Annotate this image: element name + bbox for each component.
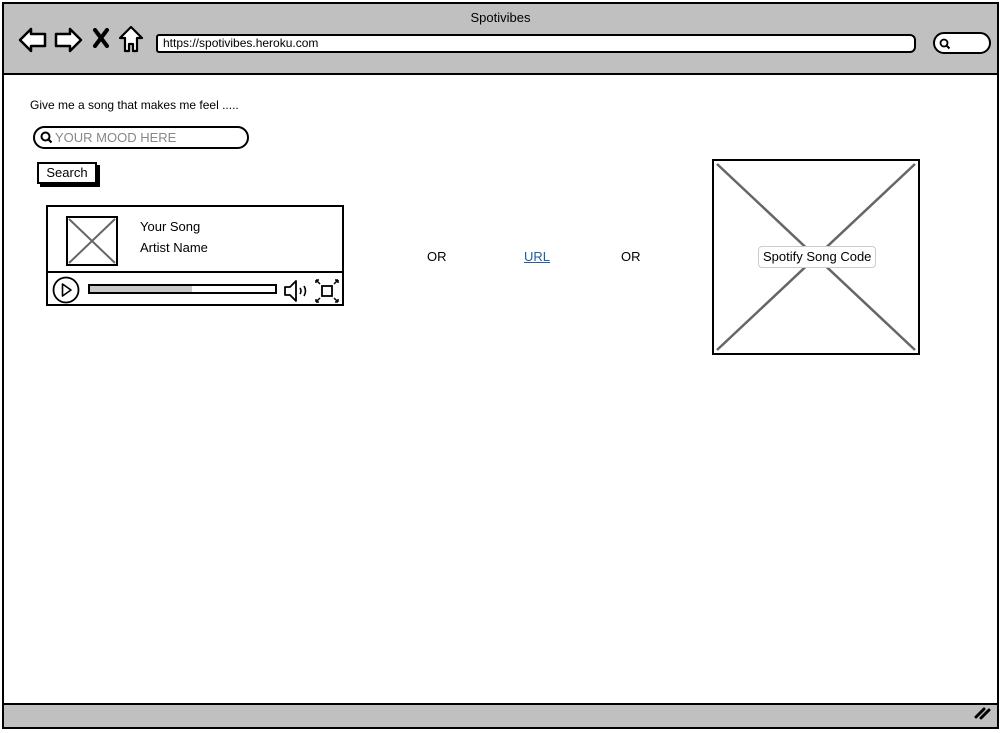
title-bar: Spotivibes https://spotivibes.heroku.com — [4, 4, 997, 75]
song-code-label: Spotify Song Code — [758, 246, 877, 268]
mood-prompt: Give me a song that makes me feel ..... — [30, 98, 239, 112]
spotify-song-code-placeholder: Spotify Song Code — [712, 159, 920, 355]
status-bar — [4, 703, 997, 727]
or-label-left: OR — [427, 249, 447, 264]
resize-handle-icon[interactable] — [973, 704, 991, 725]
play-button[interactable] — [52, 276, 80, 309]
mood-input[interactable] — [55, 129, 240, 146]
search-icon — [40, 131, 53, 149]
url-link[interactable]: URL — [524, 249, 550, 264]
home-icon[interactable] — [118, 25, 144, 58]
progress-bar[interactable] — [88, 284, 277, 294]
or-label-right: OR — [621, 249, 641, 264]
song-title: Your Song — [140, 219, 201, 234]
player-divider — [48, 271, 342, 273]
progress-fill — [90, 286, 192, 292]
browser-window: Spotivibes https://spotivibes.heroku.com… — [2, 2, 999, 729]
browser-search-field[interactable] — [933, 32, 991, 54]
volume-icon[interactable] — [283, 278, 311, 309]
mood-search-field[interactable] — [33, 126, 249, 149]
fullscreen-icon[interactable] — [314, 278, 340, 309]
window-title: Spotivibes — [470, 10, 531, 25]
audio-player: Your Song Artist Name — [46, 205, 344, 306]
search-icon — [939, 37, 951, 55]
album-art-placeholder — [66, 216, 118, 271]
search-button[interactable]: Search — [37, 162, 97, 184]
close-x-icon[interactable] — [92, 28, 110, 53]
back-arrow-icon[interactable] — [18, 26, 48, 59]
forward-arrow-icon[interactable] — [53, 26, 83, 59]
url-bar[interactable]: https://spotivibes.heroku.com — [156, 34, 916, 53]
artist-name: Artist Name — [140, 240, 208, 255]
